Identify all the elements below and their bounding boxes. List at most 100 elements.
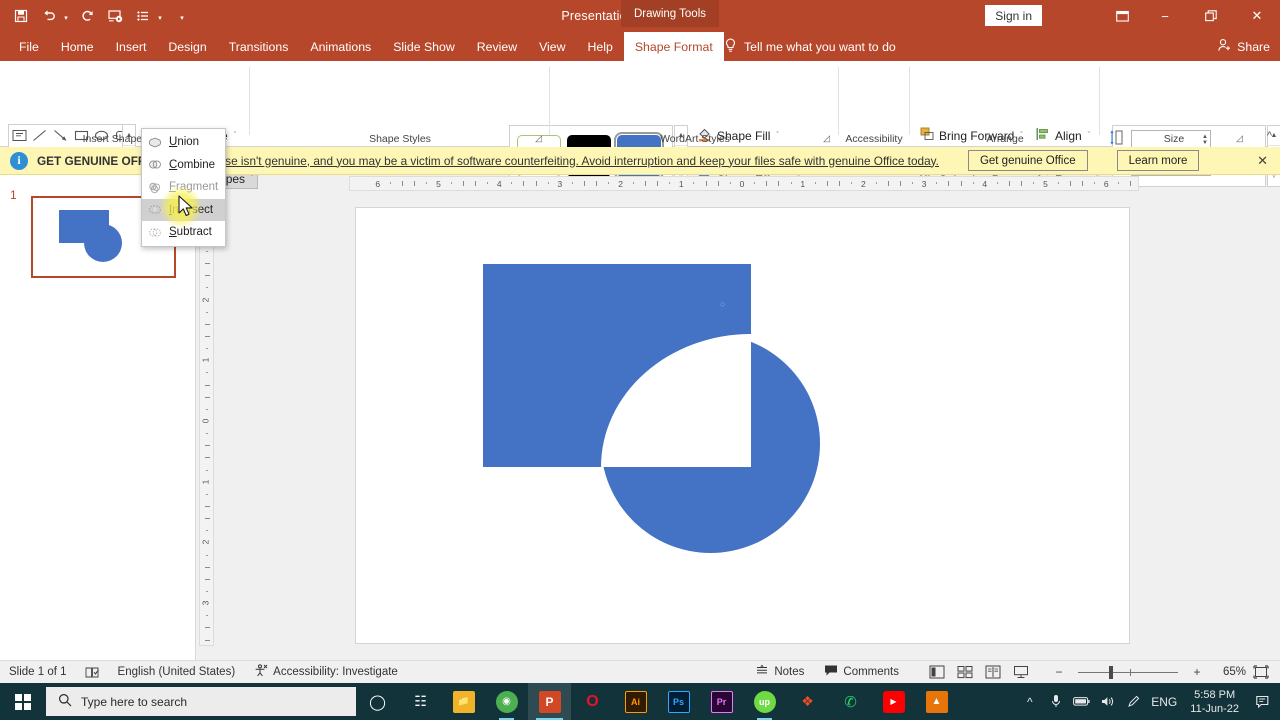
tab-view[interactable]: View bbox=[528, 32, 576, 61]
start-presentation-icon[interactable] bbox=[102, 3, 128, 29]
ruler-minor-tick bbox=[205, 336, 210, 338]
shape-rotate-handle[interactable]: ○ bbox=[720, 299, 725, 309]
taskbar-clock[interactable]: 5:58 PM 11-Jun-22 bbox=[1182, 688, 1247, 716]
powerpoint-icon[interactable]: P bbox=[528, 683, 571, 720]
contextual-tab-group-label: Drawing Tools bbox=[621, 0, 719, 27]
taskbar-search-input[interactable]: Type here to search bbox=[46, 687, 356, 716]
google-chrome-icon[interactable]: ◉ bbox=[485, 683, 528, 720]
file-explorer-icon[interactable]: 📁 bbox=[442, 683, 485, 720]
merge-shapes-dropdown-menu[interactable]: Union Combine Fragment Intersect Subtrac… bbox=[141, 128, 226, 247]
close-icon[interactable]: ✕ bbox=[1234, 0, 1280, 32]
ruler-tick-label: 2 bbox=[618, 179, 623, 189]
zoom-level[interactable]: 65% bbox=[1212, 666, 1246, 678]
ruler-minor-tick bbox=[426, 182, 428, 184]
fragment-icon bbox=[147, 180, 162, 195]
zoom-slider[interactable] bbox=[1078, 662, 1178, 682]
volume-icon[interactable] bbox=[1095, 683, 1120, 720]
figma-icon[interactable]: ❖ bbox=[786, 683, 829, 720]
opera-icon[interactable]: O bbox=[571, 683, 614, 720]
undo-dropdown-icon[interactable]: ▾ bbox=[60, 3, 72, 29]
undo-icon[interactable] bbox=[36, 3, 62, 29]
close-icon[interactable]: ✕ bbox=[1257, 153, 1268, 169]
ruler-minor-tick bbox=[511, 182, 513, 184]
adobe-illustrator-icon[interactable]: Ai bbox=[614, 683, 657, 720]
tab-file[interactable]: File bbox=[8, 32, 50, 61]
menu-item-label: Union bbox=[169, 136, 200, 149]
accessibility-status[interactable]: Accessibility: Investigate bbox=[244, 664, 407, 680]
comments-button[interactable]: Comments bbox=[815, 664, 908, 680]
microphone-icon[interactable] bbox=[1043, 683, 1068, 720]
more-commands-chevron-down-icon[interactable]: ▾ bbox=[176, 3, 188, 29]
slide-sorter-icon[interactable] bbox=[952, 662, 978, 682]
tab-design[interactable]: Design bbox=[157, 32, 217, 61]
upwork-icon[interactable]: up bbox=[743, 683, 786, 720]
horizontal-ruler[interactable]: 6 5 4 3 2 1 0 1 2 3 4 5 6 bbox=[349, 176, 1139, 191]
vlc-icon[interactable]: ▲ bbox=[915, 683, 958, 720]
ribbon-display-options-icon[interactable] bbox=[1102, 0, 1142, 32]
reading-view-icon[interactable] bbox=[980, 662, 1006, 682]
tab-review[interactable]: Review bbox=[466, 32, 528, 61]
ruler-minor-tick bbox=[206, 348, 208, 350]
menu-item-subtract[interactable]: Subtract bbox=[142, 221, 225, 244]
proofing-icon[interactable] bbox=[76, 666, 109, 679]
shape-styles-dialog-launcher-icon[interactable]: ◿ bbox=[535, 133, 542, 144]
show-hidden-icons-icon[interactable]: ^ bbox=[1017, 683, 1042, 720]
minimize-icon[interactable]: − bbox=[1142, 0, 1188, 32]
ruler-minor-tick bbox=[814, 182, 816, 184]
ruler-minor-tick bbox=[1094, 182, 1096, 184]
learn-more-button[interactable]: Learn more bbox=[1116, 150, 1200, 171]
chevron-down-icon[interactable]: ˇ bbox=[234, 132, 236, 139]
windows-start-icon[interactable] bbox=[0, 683, 46, 720]
cortana-icon[interactable]: ◯ bbox=[356, 683, 399, 720]
task-view-icon[interactable]: ☷ bbox=[399, 683, 442, 720]
notes-button[interactable]: Notes bbox=[746, 664, 813, 680]
ruler-minor-tick bbox=[996, 182, 998, 184]
ruler-minor-tick bbox=[414, 181, 416, 186]
get-genuine-office-button[interactable]: Get genuine Office bbox=[967, 150, 1088, 171]
sign-in-button[interactable]: Sign in bbox=[985, 5, 1042, 26]
zoom-slider-thumb[interactable] bbox=[1109, 665, 1113, 679]
language-indicator[interactable]: ENG bbox=[1147, 683, 1181, 720]
ruler-minor-tick bbox=[839, 181, 841, 186]
tab-transitions[interactable]: Transitions bbox=[218, 32, 300, 61]
adobe-photoshop-icon[interactable]: Ps bbox=[657, 683, 700, 720]
tab-shape-format[interactable]: Shape Format bbox=[623, 32, 724, 61]
ruler-tick-label: 0 bbox=[739, 179, 745, 189]
adobe-premiere-icon[interactable]: Pr bbox=[700, 683, 743, 720]
vertical-ruler[interactable]: 3210123 bbox=[199, 196, 214, 646]
menu-item-union[interactable]: Union bbox=[142, 131, 225, 154]
save-icon[interactable] bbox=[8, 3, 34, 29]
slide-count[interactable]: Slide 1 of 1 bbox=[0, 666, 76, 678]
ruler-minor-tick bbox=[205, 627, 210, 629]
ruler-minor-tick bbox=[206, 408, 208, 410]
zoom-in-button[interactable]: + bbox=[1184, 662, 1210, 682]
tab-insert[interactable]: Insert bbox=[105, 32, 158, 61]
tab-help[interactable]: Help bbox=[577, 32, 624, 61]
zoom-out-button[interactable]: − bbox=[1046, 662, 1072, 682]
qat-menu-chevron-down-icon[interactable]: ▾ bbox=[154, 3, 166, 29]
pen-icon[interactable] bbox=[1121, 683, 1146, 720]
youtube-icon[interactable]: ▶ bbox=[872, 683, 915, 720]
ruler-minor-tick bbox=[547, 182, 549, 184]
battery-icon[interactable] bbox=[1069, 683, 1094, 720]
share-button[interactable]: Share bbox=[1217, 32, 1270, 61]
language-status[interactable]: English (United States) bbox=[109, 666, 245, 678]
tab-slide-show[interactable]: Slide Show bbox=[382, 32, 466, 61]
ruler-minor-tick bbox=[669, 182, 671, 184]
menu-item-combine[interactable]: Combine bbox=[142, 154, 225, 177]
slide-show-icon[interactable] bbox=[1008, 662, 1034, 682]
chevron-down-icon[interactable]: ˇ bbox=[251, 175, 253, 182]
fit-to-window-icon[interactable] bbox=[1248, 662, 1274, 682]
redo-icon[interactable] bbox=[74, 3, 100, 29]
whatsapp-icon[interactable]: ✆ bbox=[829, 683, 872, 720]
normal-view-icon[interactable] bbox=[924, 662, 950, 682]
action-center-icon[interactable] bbox=[1248, 683, 1278, 720]
collapse-ribbon-icon[interactable]: ^ bbox=[1267, 130, 1272, 142]
size-dialog-launcher-icon[interactable]: ◿ bbox=[1236, 133, 1243, 144]
wordart-dialog-launcher-icon[interactable]: ◿ bbox=[823, 133, 830, 144]
restore-icon[interactable] bbox=[1188, 0, 1234, 32]
customize-quick-access-toolbar-icon[interactable] bbox=[130, 3, 156, 29]
tab-animations[interactable]: Animations bbox=[299, 32, 382, 61]
tab-home[interactable]: Home bbox=[50, 32, 105, 61]
tell-me-search[interactable]: Tell me what you want to do bbox=[724, 32, 896, 61]
